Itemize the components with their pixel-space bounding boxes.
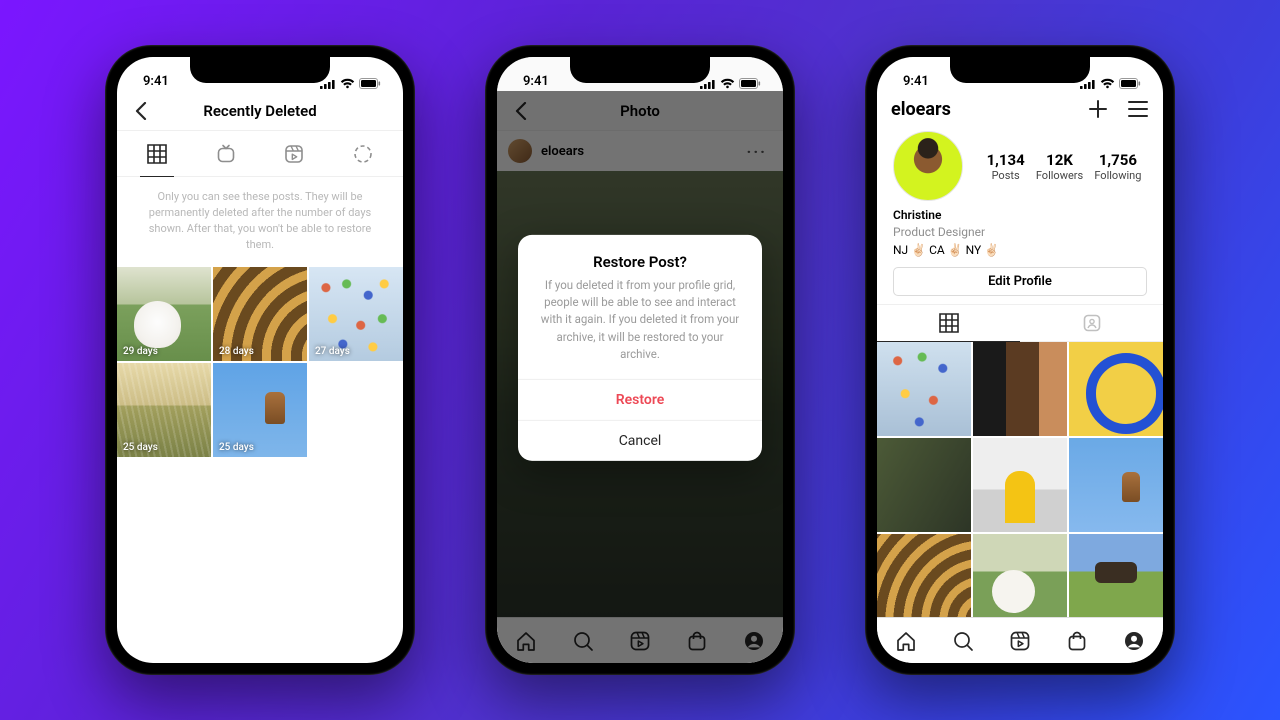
- feed-item[interactable]: [877, 438, 971, 532]
- profile-avatar[interactable]: [893, 131, 963, 201]
- create-button[interactable]: [1087, 98, 1109, 120]
- feed-item[interactable]: [973, 438, 1067, 532]
- feed-item[interactable]: [973, 534, 1067, 628]
- restore-button[interactable]: Restore: [518, 379, 762, 420]
- stat-label: Followers: [1036, 169, 1083, 182]
- igtv-icon: [216, 144, 236, 164]
- profile-feed: [877, 342, 1163, 628]
- battery-icon: [739, 78, 761, 89]
- status-icons: [700, 78, 761, 89]
- chevron-left-icon: [135, 102, 147, 120]
- shop-icon: [1066, 630, 1088, 652]
- nav-search[interactable]: [952, 630, 974, 652]
- status-time: 9:41: [523, 74, 549, 89]
- days-remaining: 25 days: [123, 442, 158, 453]
- back-button[interactable]: [127, 97, 155, 125]
- feed-item[interactable]: [1069, 342, 1163, 436]
- stat-number: 12K: [1036, 151, 1083, 169]
- deleted-item[interactable]: 28 days: [213, 267, 307, 361]
- home-icon: [895, 630, 917, 652]
- tab-tagged[interactable]: [1020, 305, 1163, 341]
- feed-item[interactable]: [877, 534, 971, 628]
- content-type-tabs: [117, 131, 403, 177]
- stat-number: 1,134: [987, 151, 1025, 169]
- bio-location: NJ ✌🏻 CA ✌🏻 NY ✌🏻: [893, 242, 1147, 259]
- status-time: 9:41: [903, 74, 929, 89]
- nav-reels[interactable]: [1009, 630, 1031, 652]
- days-remaining: 28 days: [219, 346, 254, 357]
- stat-label: Posts: [987, 169, 1025, 182]
- tab-story[interactable]: [329, 131, 398, 176]
- stat-posts[interactable]: 1,134 Posts: [987, 151, 1025, 182]
- profile-username[interactable]: eloears: [891, 99, 951, 120]
- story-ring-icon: [353, 144, 373, 164]
- stat-label: Following: [1094, 169, 1141, 182]
- profile-header: eloears: [877, 91, 1163, 129]
- reels-icon: [284, 144, 304, 164]
- phone-restore-dialog: 9:41 Photo eloears ···: [485, 45, 795, 675]
- tab-igtv[interactable]: [192, 131, 261, 176]
- search-icon: [952, 630, 974, 652]
- navbar: Recently Deleted: [117, 91, 403, 131]
- cancel-button[interactable]: Cancel: [518, 420, 762, 461]
- profile-bio: Christine Product Designer NJ ✌🏻 CA ✌🏻 N…: [877, 207, 1163, 267]
- profile-icon: [1123, 630, 1145, 652]
- deleted-item[interactable]: 25 days: [117, 363, 211, 457]
- edit-profile-button[interactable]: Edit Profile: [893, 267, 1147, 296]
- plus-icon: [1087, 98, 1109, 120]
- feed-item[interactable]: [1069, 438, 1163, 532]
- nav-profile[interactable]: [1123, 630, 1145, 652]
- deleted-item[interactable]: 27 days: [309, 267, 403, 361]
- bio-name: Christine: [893, 207, 1147, 224]
- feed-item[interactable]: [973, 342, 1067, 436]
- hamburger-icon: [1127, 100, 1149, 118]
- grid-icon: [147, 144, 167, 164]
- feed-item[interactable]: [1069, 534, 1163, 628]
- tagged-icon: [1082, 313, 1102, 333]
- device-notch: [570, 57, 710, 83]
- tab-grid[interactable]: [123, 131, 192, 176]
- days-remaining: 25 days: [219, 442, 254, 453]
- nav-home[interactable]: [895, 630, 917, 652]
- nav-shop[interactable]: [1066, 630, 1088, 652]
- page-title: Recently Deleted: [203, 102, 316, 120]
- bottom-nav: [877, 617, 1163, 663]
- device-notch: [950, 57, 1090, 83]
- phone-profile: 9:41 eloears 1,134 Posts 12K: [865, 45, 1175, 675]
- battery-icon: [359, 78, 381, 89]
- wifi-icon: [1100, 78, 1115, 89]
- grid-icon: [939, 313, 959, 333]
- restore-dialog: Restore Post? If you deleted it from you…: [518, 235, 762, 461]
- menu-button[interactable]: [1127, 100, 1149, 118]
- bio-role: Product Designer: [893, 224, 1147, 241]
- reels-icon: [1009, 630, 1031, 652]
- hint-text: Only you can see these posts. They will …: [117, 177, 403, 267]
- device-notch: [190, 57, 330, 83]
- wifi-icon: [340, 78, 355, 89]
- dialog-body: If you deleted it from your profile grid…: [518, 277, 762, 379]
- stat-following[interactable]: 1,756 Following: [1094, 151, 1141, 182]
- profile-stats-row: 1,134 Posts 12K Followers 1,756 Followin…: [877, 129, 1163, 207]
- battery-icon: [1119, 78, 1141, 89]
- stat-number: 1,756: [1094, 151, 1141, 169]
- wifi-icon: [720, 78, 735, 89]
- deleted-item[interactable]: 25 days: [213, 363, 307, 457]
- days-remaining: 29 days: [123, 346, 158, 357]
- status-icons: [1080, 78, 1141, 89]
- feed-item[interactable]: [877, 342, 971, 436]
- status-icons: [320, 78, 381, 89]
- deleted-grid: 29 days 28 days 27 days 25 days 25 days: [117, 267, 403, 457]
- phone-recently-deleted: 9:41 Recently Deleted: [105, 45, 415, 675]
- dialog-title: Restore Post?: [518, 235, 762, 277]
- stat-followers[interactable]: 12K Followers: [1036, 151, 1083, 182]
- tab-reels[interactable]: [260, 131, 329, 176]
- status-time: 9:41: [143, 74, 169, 89]
- profile-tabs: [877, 304, 1163, 342]
- tab-grid[interactable]: [877, 305, 1020, 341]
- deleted-item[interactable]: 29 days: [117, 267, 211, 361]
- days-remaining: 27 days: [315, 346, 350, 357]
